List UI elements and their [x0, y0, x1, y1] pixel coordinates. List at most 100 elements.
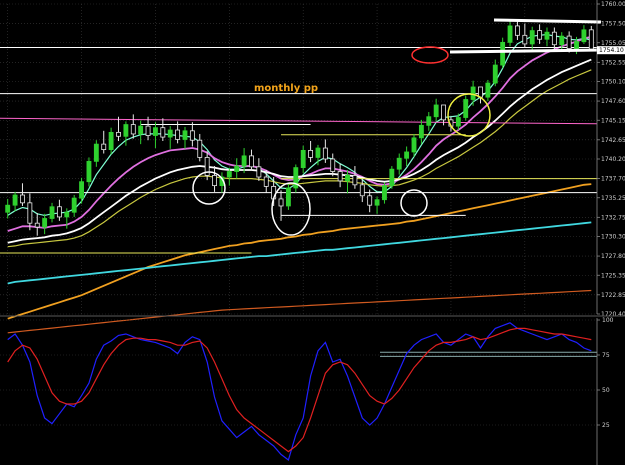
candle-body — [485, 82, 491, 98]
price-panel: monthly pp 1760.001757.501755.051752.551… — [0, 0, 625, 334]
price-tick-label: 1737.70 — [601, 176, 625, 183]
candle-body — [42, 218, 48, 228]
candle-body — [138, 125, 144, 135]
candle-body — [522, 34, 528, 45]
candle-body — [123, 124, 129, 137]
monthly-pp-annotation: monthly pp — [254, 83, 318, 94]
candle-body — [64, 211, 70, 218]
price-tick-label: 1725.35 — [601, 272, 625, 279]
annotation-circles — [192, 18, 602, 236]
candle-body — [566, 35, 572, 50]
candle-body — [226, 171, 232, 178]
price-tick-label: 1740.20 — [601, 156, 625, 163]
candle-body — [249, 155, 254, 168]
moving-averages — [7, 33, 592, 334]
candle-body — [352, 175, 358, 186]
candle-body — [359, 184, 365, 197]
osc-tick-label: 75 — [602, 352, 610, 359]
price-tick-label: 1732.75 — [601, 214, 625, 221]
candle-body — [455, 117, 461, 127]
candle-body — [285, 187, 291, 207]
candle-body — [86, 160, 92, 183]
resistance-marker-line — [493, 18, 602, 24]
candle-body — [130, 124, 136, 135]
candle-body — [27, 202, 33, 224]
candle-body — [396, 157, 402, 170]
candle-body — [212, 175, 217, 187]
candle-body — [308, 149, 314, 158]
candle-body — [182, 130, 188, 140]
annotation-circle-highlight — [447, 93, 491, 137]
oscillator-line — [7, 327, 592, 453]
annotation-oval-marker — [411, 46, 449, 64]
osc-tick-label: 50 — [602, 387, 610, 394]
candle-body — [507, 25, 513, 43]
candle-body — [153, 127, 158, 136]
oscillator-line — [7, 322, 592, 462]
price-tick-label: 1735.25 — [601, 195, 625, 202]
price-tick-label: 1752.55 — [601, 59, 625, 66]
oscillator-axis: 100 75 50 25 — [596, 317, 614, 465]
candle-body — [160, 127, 166, 138]
candle-body — [389, 168, 395, 187]
current-price-label: 1754.10 — [599, 47, 624, 54]
candle-body — [374, 199, 380, 206]
annotation-circle — [271, 182, 311, 236]
candle-body — [470, 86, 476, 100]
candle-body — [441, 104, 446, 121]
candle-body — [367, 195, 373, 206]
candle-body — [463, 99, 469, 118]
candle-body — [418, 124, 424, 139]
candle-body — [5, 204, 11, 213]
candle-body — [574, 41, 579, 50]
candle-body — [79, 181, 85, 199]
osc-tick-label: 25 — [602, 422, 610, 429]
candle-body — [71, 197, 77, 213]
candle-body — [315, 147, 321, 158]
candle-body — [256, 166, 262, 178]
candle-body — [56, 206, 62, 218]
candle-body — [330, 158, 336, 172]
annotation-circle — [400, 189, 428, 217]
candle-body — [12, 194, 18, 206]
candle-body — [588, 29, 594, 51]
candle-body — [189, 130, 195, 141]
candle-body — [167, 129, 173, 138]
candle-body — [544, 31, 550, 40]
price-tick-label: 1747.60 — [601, 98, 625, 105]
candle-body — [382, 185, 387, 201]
candle-body — [93, 143, 99, 162]
price-tick-label: 1750.10 — [601, 79, 625, 86]
candle-body — [101, 143, 107, 151]
candle-body — [278, 198, 284, 207]
candle-body — [145, 125, 151, 136]
price-axis: 1760.00 1757.50 1755.05 1752.55 1750.10 1747.… — [596, 0, 625, 318]
candle-body — [300, 149, 306, 169]
candle-body — [345, 175, 350, 182]
candle-body — [49, 206, 55, 219]
oscillator-panel: 100 75 50 25 — [0, 317, 614, 465]
candle-body — [537, 30, 543, 40]
candle-body — [34, 222, 40, 228]
candle-body — [492, 64, 498, 84]
candle-body — [337, 171, 343, 182]
candle-body — [500, 41, 506, 66]
candle-body — [581, 29, 587, 42]
candle-body — [234, 165, 240, 172]
price-tick-label: 1730.30 — [601, 234, 625, 241]
candle-body — [551, 31, 557, 46]
candle-body — [404, 151, 410, 159]
candle-body — [478, 86, 483, 98]
price-tick-label: 1722.85 — [601, 292, 625, 299]
candle-body — [529, 30, 535, 45]
moving-average-line — [7, 183, 592, 320]
oscillator-lines — [7, 322, 592, 462]
price-tick-label: 1755.05 — [601, 40, 625, 47]
price-tick-label: 1745.15 — [601, 117, 625, 124]
support-marker-line — [449, 48, 602, 54]
candle-body — [108, 131, 114, 151]
oscillator-gridlines — [0, 319, 597, 426]
candle-body — [20, 194, 25, 204]
price-tick-label: 1742.65 — [601, 137, 625, 144]
candle-body — [426, 116, 432, 126]
